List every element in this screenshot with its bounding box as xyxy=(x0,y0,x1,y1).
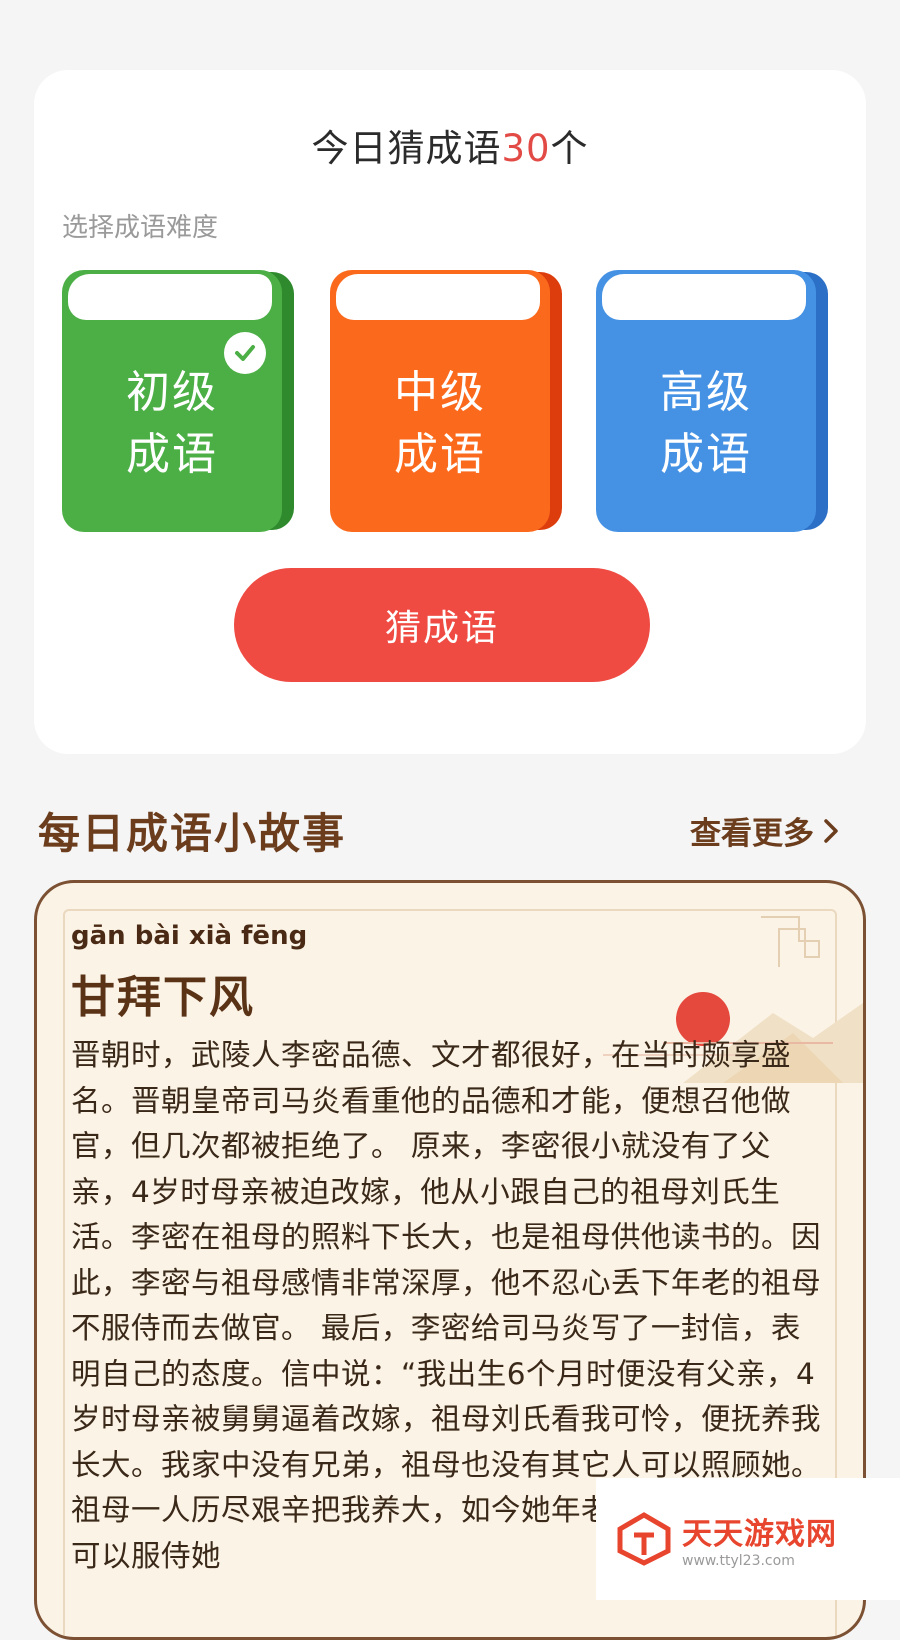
book-pages xyxy=(602,274,806,320)
watermark-url: www.ttyl23.com xyxy=(682,1553,795,1569)
see-more-link[interactable]: 查看更多 xyxy=(690,808,840,853)
difficulty-beginner[interactable]: 初级 成语 xyxy=(62,270,294,532)
today-title: 今日猜成语30个 xyxy=(34,118,866,172)
daily-guess-card: 今日猜成语30个 选择成语难度 初级 成语 中级 成语 高级 成语 猜成语 xyxy=(34,70,866,754)
book-label-line1: 初级 xyxy=(126,367,218,418)
watermark-text: 天天游戏网 www.ttyl23.com xyxy=(682,1509,837,1569)
book-label-line2: 成语 xyxy=(394,429,486,480)
difficulty-label: 选择成语难度 xyxy=(62,213,219,243)
story-section-title: 每日成语小故事 xyxy=(38,809,347,858)
today-title-prefix: 今日猜成语 xyxy=(311,127,502,170)
book-label: 高级 成语 xyxy=(596,362,816,486)
site-logo-icon xyxy=(617,1512,671,1566)
idiom-title: 甘拜下风 xyxy=(71,972,255,1023)
difficulty-intermediate[interactable]: 中级 成语 xyxy=(330,270,562,532)
watermark-name: 天天游戏网 xyxy=(682,1517,837,1552)
see-more-label: 查看更多 xyxy=(690,816,814,852)
book-cover: 高级 成语 xyxy=(596,270,816,532)
chevron-right-icon xyxy=(824,818,838,843)
book-label-line2: 成语 xyxy=(126,429,218,480)
difficulty-advanced[interactable]: 高级 成语 xyxy=(596,270,828,532)
book-pages xyxy=(68,274,272,320)
book-label: 初级 成语 xyxy=(62,362,282,486)
guess-idiom-button[interactable]: 猜成语 xyxy=(234,568,650,682)
book-label-line1: 中级 xyxy=(394,367,486,418)
book-label-line1: 高级 xyxy=(660,367,752,418)
book-cover: 初级 成语 xyxy=(62,270,282,532)
today-title-suffix: 个 xyxy=(550,127,589,170)
book-cover: 中级 成语 xyxy=(330,270,550,532)
idiom-pinyin: gān bài xià fēng xyxy=(71,921,308,951)
watermark: 天天游戏网 www.ttyl23.com xyxy=(596,1478,900,1600)
book-label-line2: 成语 xyxy=(660,429,752,480)
today-count: 30 xyxy=(501,127,551,170)
book-label: 中级 成语 xyxy=(330,362,550,486)
book-pages xyxy=(336,274,540,320)
